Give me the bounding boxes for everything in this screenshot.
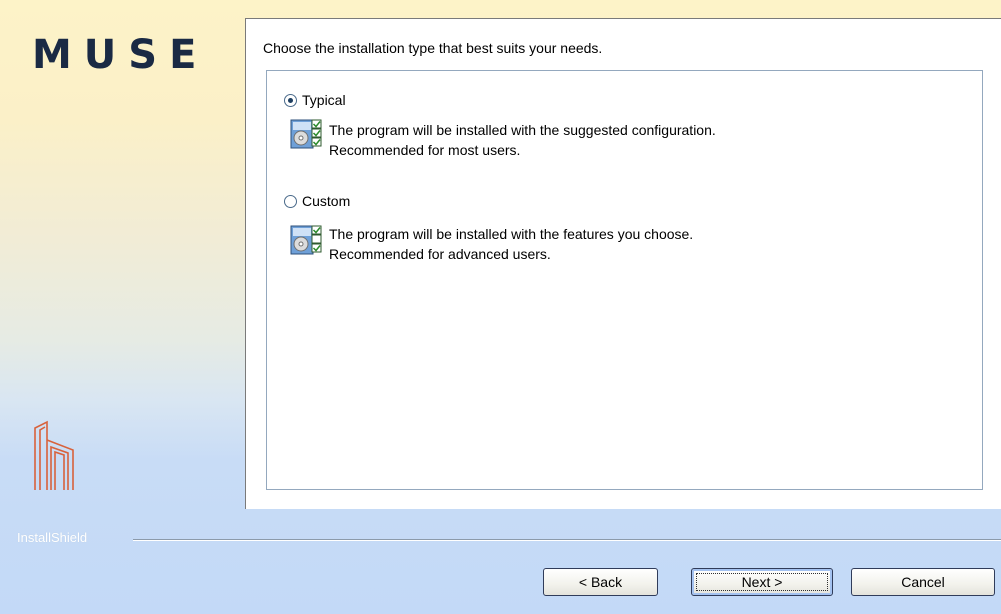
typical-description-line1: The program will be installed with the s… (329, 122, 716, 138)
muse-mark-icon (34, 420, 74, 490)
custom-description-line1: The program will be installed with the f… (329, 226, 694, 242)
typical-description-line2: Recommended for most users. (329, 142, 521, 158)
instructions-text: Choose the installation type that best s… (263, 40, 603, 56)
radio-typical-button[interactable] (284, 93, 297, 107)
radio-custom-button[interactable] (284, 194, 297, 208)
radio-custom-label: Custom (302, 193, 351, 209)
installshield-label: InstallShield (17, 530, 88, 545)
custom-description-line2: Recommended for advanced users. (329, 246, 551, 262)
setup-typical-icon (290, 119, 322, 149)
next-focus-ring (696, 573, 828, 591)
muse-logo: MUSE (32, 32, 209, 78)
radio-typical[interactable]: Typical (284, 90, 346, 110)
radio-custom[interactable]: Custom (284, 191, 350, 211)
back-button-label: < Back (578, 574, 623, 590)
next-button[interactable]: Next > (691, 568, 833, 596)
separator-line (133, 539, 1001, 541)
radio-typical-label: Typical (302, 92, 346, 108)
custom-description: The program will be installed with the f… (329, 224, 693, 264)
cancel-button[interactable]: Cancel (851, 568, 995, 596)
setup-custom-icon (290, 225, 322, 255)
cancel-button-label: Cancel (901, 574, 945, 590)
typical-description: The program will be installed with the s… (329, 120, 716, 160)
back-button[interactable]: < Back (543, 568, 658, 596)
